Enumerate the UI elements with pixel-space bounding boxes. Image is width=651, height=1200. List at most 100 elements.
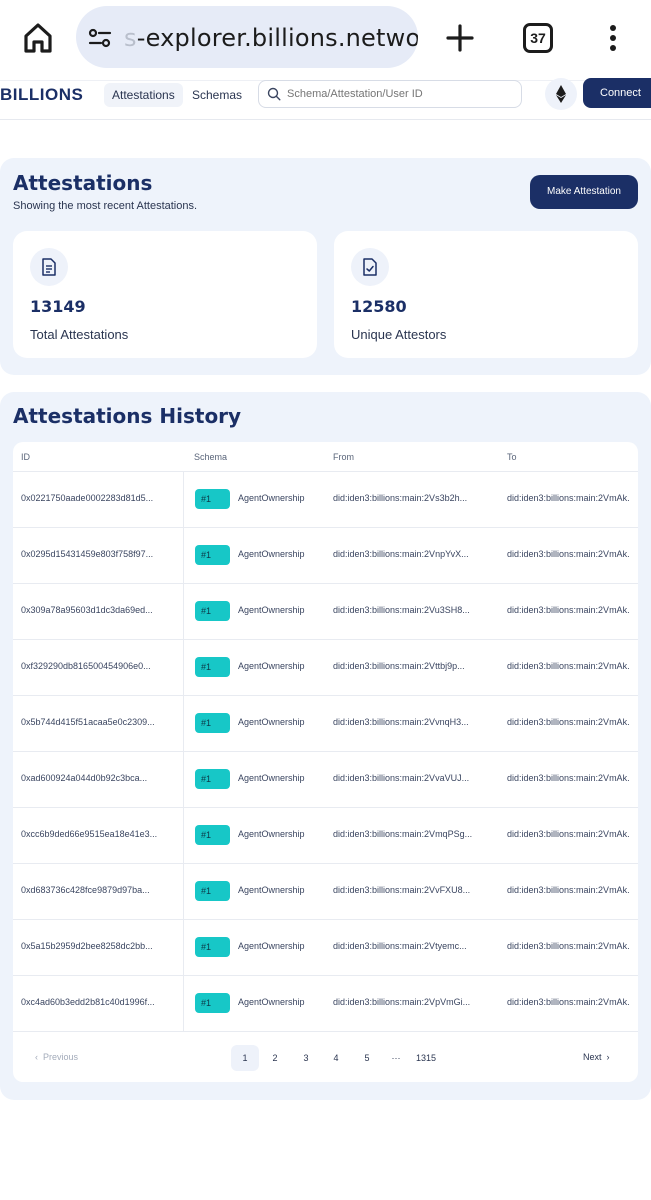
new-tab-icon[interactable]: [442, 20, 478, 56]
attestation-id[interactable]: 0xad600924a044d0b92c3bca...: [21, 773, 147, 783]
schema-badge: #1: [195, 993, 230, 1013]
previous-label: Previous: [43, 1052, 79, 1062]
schema-name[interactable]: AgentOwnership: [238, 661, 305, 671]
site-settings-icon[interactable]: [86, 24, 114, 52]
pagination: ‹ Previous 1 2 3 4 5 ··· 1315 Next ›: [13, 1032, 638, 1082]
browser-toolbar: s-explorer.billions.network 37: [0, 0, 651, 80]
to-did[interactable]: did:iden3:billions:main:2VmAk.: [507, 997, 630, 1007]
to-did[interactable]: did:iden3:billions:main:2VmAk.: [507, 829, 630, 839]
table-row[interactable]: 0xd683736c428fce9879d97ba... #1 AgentOwner…: [13, 864, 638, 920]
schema-name[interactable]: AgentOwnership: [238, 549, 305, 559]
tab-switcher-button[interactable]: 37: [523, 23, 553, 53]
schema-badge: #1: [195, 657, 230, 677]
to-did[interactable]: did:iden3:billions:main:2VmAk.: [507, 605, 630, 615]
schema-badge: #1: [195, 881, 230, 901]
table-row[interactable]: 0x5a15b2959d2bee8258dc2bb... #1 AgentOwner…: [13, 920, 638, 976]
from-did[interactable]: did:iden3:billions:main:2VvnqH3...: [333, 717, 469, 727]
search-icon: [267, 87, 281, 101]
schema-name[interactable]: AgentOwnership: [238, 605, 305, 615]
from-did[interactable]: did:iden3:billions:main:2VvFXU8...: [333, 885, 470, 895]
schema-name[interactable]: AgentOwnership: [238, 717, 305, 727]
schema-badge: #1: [195, 937, 230, 957]
connect-button[interactable]: Connect: [583, 78, 651, 108]
nav-tab-attestations[interactable]: Attestations: [104, 83, 183, 107]
to-did[interactable]: did:iden3:billions:main:2VmAk.: [507, 549, 630, 559]
table-row[interactable]: 0xad600924a044d0b92c3bca... #1 AgentOwners…: [13, 752, 638, 808]
page-last-button[interactable]: 1315: [411, 1045, 441, 1071]
attestation-id[interactable]: 0x309a78a95603d1dc3da69ed...: [21, 605, 153, 615]
to-did[interactable]: did:iden3:billions:main:2VmAk.: [507, 661, 630, 671]
page-3-button[interactable]: 3: [292, 1045, 320, 1071]
schema-name[interactable]: AgentOwnership: [238, 941, 305, 951]
table-header: ID Schema From To: [13, 442, 638, 472]
chevron-left-icon: ‹: [35, 1052, 38, 1062]
from-did[interactable]: did:iden3:billions:main:2VnpYvX...: [333, 549, 469, 559]
history-title: Attestations History: [13, 404, 242, 428]
table-row[interactable]: 0xf329290db816500454906e0... #1 AgentOwner…: [13, 640, 638, 696]
table-row[interactable]: 0x0221750aade0002283d81d5... #1 AgentOwner…: [13, 472, 638, 528]
stat-label: Total Attestations: [30, 327, 129, 342]
page-5-button[interactable]: 5: [353, 1045, 381, 1071]
column-header-schema: Schema: [194, 452, 228, 462]
chevron-right-icon: ›: [606, 1052, 610, 1062]
attestations-table: ID Schema From To 0x0221750aade0002283d8…: [13, 442, 638, 1082]
more-options-icon[interactable]: [603, 20, 623, 56]
table-row[interactable]: 0x0295d15431459e803f758f97... #1 AgentOwne…: [13, 528, 638, 584]
schema-name[interactable]: AgentOwnership: [238, 493, 305, 503]
table-row[interactable]: 0x5b744d415f51acaa5e0c2309... #1 AgentOwne…: [13, 696, 638, 752]
site-header: BILLIONS Attestations Schemas Connect: [0, 78, 651, 120]
network-selector[interactable]: [545, 78, 577, 110]
previous-page-button[interactable]: ‹ Previous: [35, 1052, 78, 1062]
schema-badge: #1: [195, 601, 230, 621]
schema-name[interactable]: AgentOwnership: [238, 829, 305, 839]
attestation-id[interactable]: 0x0221750aade0002283d81d5...: [21, 493, 153, 503]
to-did[interactable]: did:iden3:billions:main:2VmAk.: [507, 941, 630, 951]
billions-logo[interactable]: BILLIONS: [0, 85, 83, 105]
to-did[interactable]: did:iden3:billions:main:2VmAk.: [507, 885, 630, 895]
column-header-to: To: [507, 452, 517, 462]
next-page-button[interactable]: Next ›: [583, 1052, 610, 1062]
page-title: Attestations: [13, 171, 153, 195]
attestation-id[interactable]: 0xf329290db816500454906e0...: [21, 661, 151, 671]
from-did[interactable]: did:iden3:billions:main:2Vtyemc...: [333, 941, 467, 951]
schema-name[interactable]: AgentOwnership: [238, 885, 305, 895]
page-1-button[interactable]: 1: [231, 1045, 259, 1071]
next-label: Next: [583, 1052, 602, 1062]
to-did[interactable]: did:iden3:billions:main:2VmAk.: [507, 493, 630, 503]
from-did[interactable]: did:iden3:billions:main:2Vu3SH8...: [333, 605, 470, 615]
attestations-summary-panel: Attestations Showing the most recent Att…: [0, 158, 651, 375]
schema-badge: #1: [195, 545, 230, 565]
attestation-id[interactable]: 0xcc6b9ded66e9515ea18e41e3...: [21, 829, 157, 839]
from-did[interactable]: did:iden3:billions:main:2Vs3b2h...: [333, 493, 467, 503]
to-did[interactable]: did:iden3:billions:main:2VmAk.: [507, 773, 630, 783]
from-did[interactable]: did:iden3:billions:main:2VvaVUJ...: [333, 773, 469, 783]
attestation-id[interactable]: 0x5b744d415f51acaa5e0c2309...: [21, 717, 155, 727]
url-text: s-explorer.billions.network: [124, 24, 418, 52]
search-box[interactable]: [258, 80, 522, 108]
attestation-id[interactable]: 0xd683736c428fce9879d97ba...: [21, 885, 150, 895]
to-did[interactable]: did:iden3:billions:main:2VmAk.: [507, 717, 630, 727]
table-row[interactable]: 0xcc6b9ded66e9515ea18e41e3... #1 AgentOwne…: [13, 808, 638, 864]
column-header-from: From: [333, 452, 354, 462]
from-did[interactable]: did:iden3:billions:main:2VmqPSg...: [333, 829, 472, 839]
table-row[interactable]: 0xc4ad60b3edd2b81c40d1996f... #1 AgentOwne…: [13, 976, 638, 1032]
attestation-id[interactable]: 0xc4ad60b3edd2b81c40d1996f...: [21, 997, 155, 1007]
page-subtitle: Showing the most recent Attestations.: [13, 200, 198, 212]
schema-name[interactable]: AgentOwnership: [238, 773, 305, 783]
page-4-button[interactable]: 4: [322, 1045, 350, 1071]
schema-name[interactable]: AgentOwnership: [238, 997, 305, 1007]
table-row[interactable]: 0x309a78a95603d1dc3da69ed... #1 AgentOwner…: [13, 584, 638, 640]
schema-badge: #1: [195, 825, 230, 845]
stat-value: 13149: [30, 297, 86, 316]
page-2-button[interactable]: 2: [261, 1045, 289, 1071]
make-attestation-button[interactable]: Make Attestation: [530, 175, 638, 209]
attestations-history-panel: Attestations History ID Schema From To 0…: [0, 392, 651, 1100]
attestation-id[interactable]: 0x5a15b2959d2bee8258dc2bb...: [21, 941, 153, 951]
address-bar[interactable]: s-explorer.billions.network: [76, 6, 418, 68]
from-did[interactable]: did:iden3:billions:main:2Vttbj9p...: [333, 661, 465, 671]
search-input[interactable]: [287, 85, 517, 103]
attestation-id[interactable]: 0x0295d15431459e803f758f97...: [21, 549, 153, 559]
home-icon[interactable]: [18, 18, 58, 58]
from-did[interactable]: did:iden3:billions:main:2VpVmGi...: [333, 997, 470, 1007]
nav-tab-schemas[interactable]: Schemas: [184, 83, 250, 107]
